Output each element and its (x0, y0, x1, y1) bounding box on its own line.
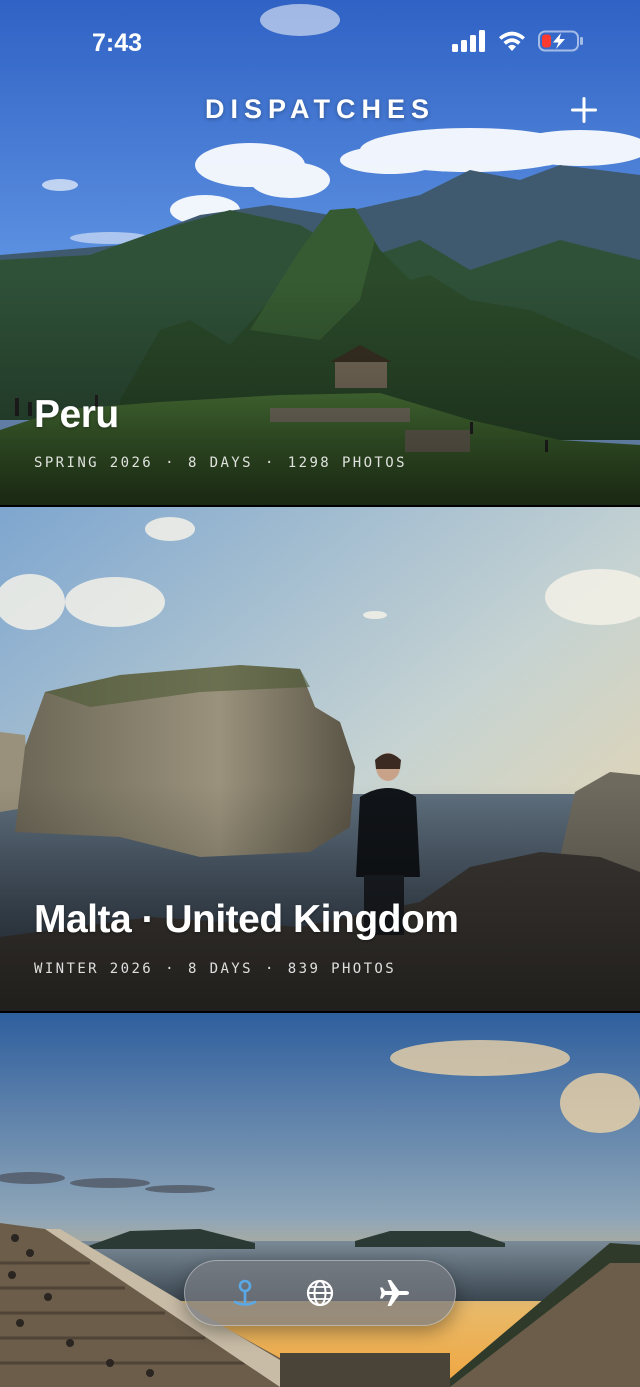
tab-globe[interactable] (298, 1271, 342, 1315)
status-bar: 7:43 (0, 0, 640, 86)
meta-separator: · (165, 455, 176, 471)
battery-low-charging-icon (538, 30, 583, 52)
tab-dispatches[interactable] (223, 1271, 267, 1315)
meta-separator: · (264, 961, 276, 977)
trip-meta: SPRING 2026 · 8 DAYS · 1298 PHOTOS (34, 455, 407, 471)
trip-title: Malta · United Kingdom (34, 898, 459, 941)
trip-card-malta[interactable]: Malta · United Kingdom WINTER 2026 · 8 D… (0, 507, 640, 1011)
map-pin-icon (233, 1279, 256, 1306)
app-header: DISPATCHES (0, 92, 640, 132)
tab-flights[interactable] (373, 1271, 417, 1315)
airplane-icon (380, 1280, 410, 1306)
status-time: 7:43 (92, 29, 143, 57)
trip-meta: WINTER 2026 · 8 DAYS · 839 PHOTOS (34, 961, 396, 977)
trip-photo-count: 1298 PHOTOS (287, 455, 407, 471)
page-title: DISPATCHES (204, 94, 435, 124)
trip-season: SPRING 2026 (34, 455, 154, 471)
trip-duration: 8 DAYS (187, 455, 253, 471)
trip-card-third[interactable] (0, 1013, 640, 1387)
status-icons (452, 30, 584, 52)
app-screen: Peru SPRING 2026 · 8 DAYS · 1298 PHOTOS (0, 0, 640, 1387)
trip-duration: 8 DAYS (187, 961, 253, 977)
wifi-icon (499, 31, 525, 51)
trip-title: Peru (34, 393, 119, 436)
globe-icon (306, 1279, 334, 1307)
trip-season: WINTER 2026 (34, 961, 154, 977)
trip-photo-count: 839 PHOTOS (287, 961, 397, 977)
bottom-tab-bar (184, 1260, 456, 1326)
cellular-signal-icon (452, 30, 485, 52)
trip-photo-sunset (0, 1013, 640, 1387)
plus-icon (571, 97, 597, 123)
meta-separator: · (264, 455, 276, 471)
meta-separator: · (165, 961, 176, 977)
add-trip-button[interactable] (568, 94, 600, 126)
